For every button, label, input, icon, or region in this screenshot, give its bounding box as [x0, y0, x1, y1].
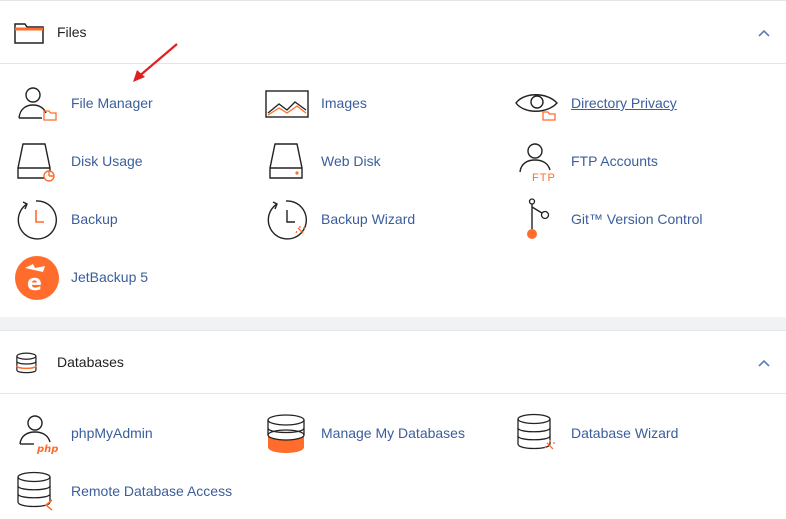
ftp-accounts-link[interactable]: FTP FTP Accounts [515, 140, 755, 184]
directory-privacy-link[interactable]: Directory Privacy [515, 82, 755, 126]
file-manager-link[interactable]: File Manager [15, 82, 255, 126]
manage-databases-label: Manage My Databases [321, 425, 465, 441]
svg-text:php: php [36, 444, 58, 455]
database-wizard-link[interactable]: Database Wizard [515, 412, 755, 456]
databases-panel: Databases php phpMyAdmin Manage My Datab… [0, 330, 786, 519]
ftp-accounts-icon: FTP [519, 143, 556, 184]
directory-privacy-label: Directory Privacy [571, 95, 677, 111]
svg-text:FTP: FTP [532, 172, 556, 184]
disk-usage-icon [17, 143, 55, 182]
disk-usage-link[interactable]: Disk Usage [15, 140, 255, 184]
web-disk-link[interactable]: Web Disk [265, 140, 505, 184]
remote-database-access-label: Remote Database Access [71, 483, 233, 499]
files-section-title: Files [57, 24, 87, 40]
git-version-control-link[interactable]: Git™ Version Control [515, 198, 755, 242]
backup-wizard-label: Backup Wizard [321, 211, 416, 227]
directory-privacy-icon [515, 94, 558, 121]
git-version-control-icon [527, 198, 550, 239]
backup-wizard-link[interactable]: Backup Wizard [265, 198, 505, 242]
database-wizard-icon [517, 413, 555, 450]
file-manager-label: File Manager [71, 95, 153, 111]
databases-section-title: Databases [57, 354, 124, 370]
backup-link[interactable]: Backup [15, 198, 255, 242]
chevron-up-icon[interactable] [756, 355, 772, 371]
phpmyadmin-icon: php [19, 415, 58, 455]
ftp-accounts-label: FTP Accounts [571, 153, 658, 169]
jetbackup-label: JetBackup 5 [71, 269, 149, 285]
web-disk-icon [269, 143, 303, 179]
web-disk-label: Web Disk [321, 153, 381, 169]
files-panel-header[interactable]: Files [0, 1, 786, 64]
phpmyadmin-label: phpMyAdmin [71, 425, 153, 441]
disk-usage-label: Disk Usage [71, 153, 143, 169]
database-wizard-label: Database Wizard [571, 425, 679, 441]
database-icon [16, 352, 37, 374]
images-icon [265, 90, 309, 118]
git-version-control-label: Git™ Version Control [571, 211, 703, 227]
images-link[interactable]: Images [265, 82, 505, 126]
backup-label: Backup [71, 211, 118, 227]
jetbackup-link[interactable]: e JetBackup 5 [15, 256, 255, 300]
backup-icon [17, 200, 58, 240]
manage-databases-link[interactable]: Manage My Databases [265, 412, 505, 456]
databases-panel-header[interactable]: Databases [0, 331, 786, 394]
remote-database-access-icon [17, 471, 53, 511]
files-panel: Files File Manager Images Directory Priv… [0, 0, 786, 317]
manage-databases-icon [267, 414, 305, 453]
phpmyadmin-link[interactable]: php phpMyAdmin [15, 412, 255, 456]
backup-wizard-icon [267, 200, 308, 240]
folder-icon [14, 23, 44, 44]
images-label: Images [321, 95, 367, 111]
chevron-up-icon[interactable] [756, 25, 772, 41]
annotation-arrow-icon [133, 43, 178, 82]
svg-text:e: e [27, 271, 42, 296]
remote-database-access-link[interactable]: Remote Database Access [15, 470, 255, 514]
jetbackup-icon: e [15, 256, 59, 300]
file-manager-icon [18, 87, 57, 121]
